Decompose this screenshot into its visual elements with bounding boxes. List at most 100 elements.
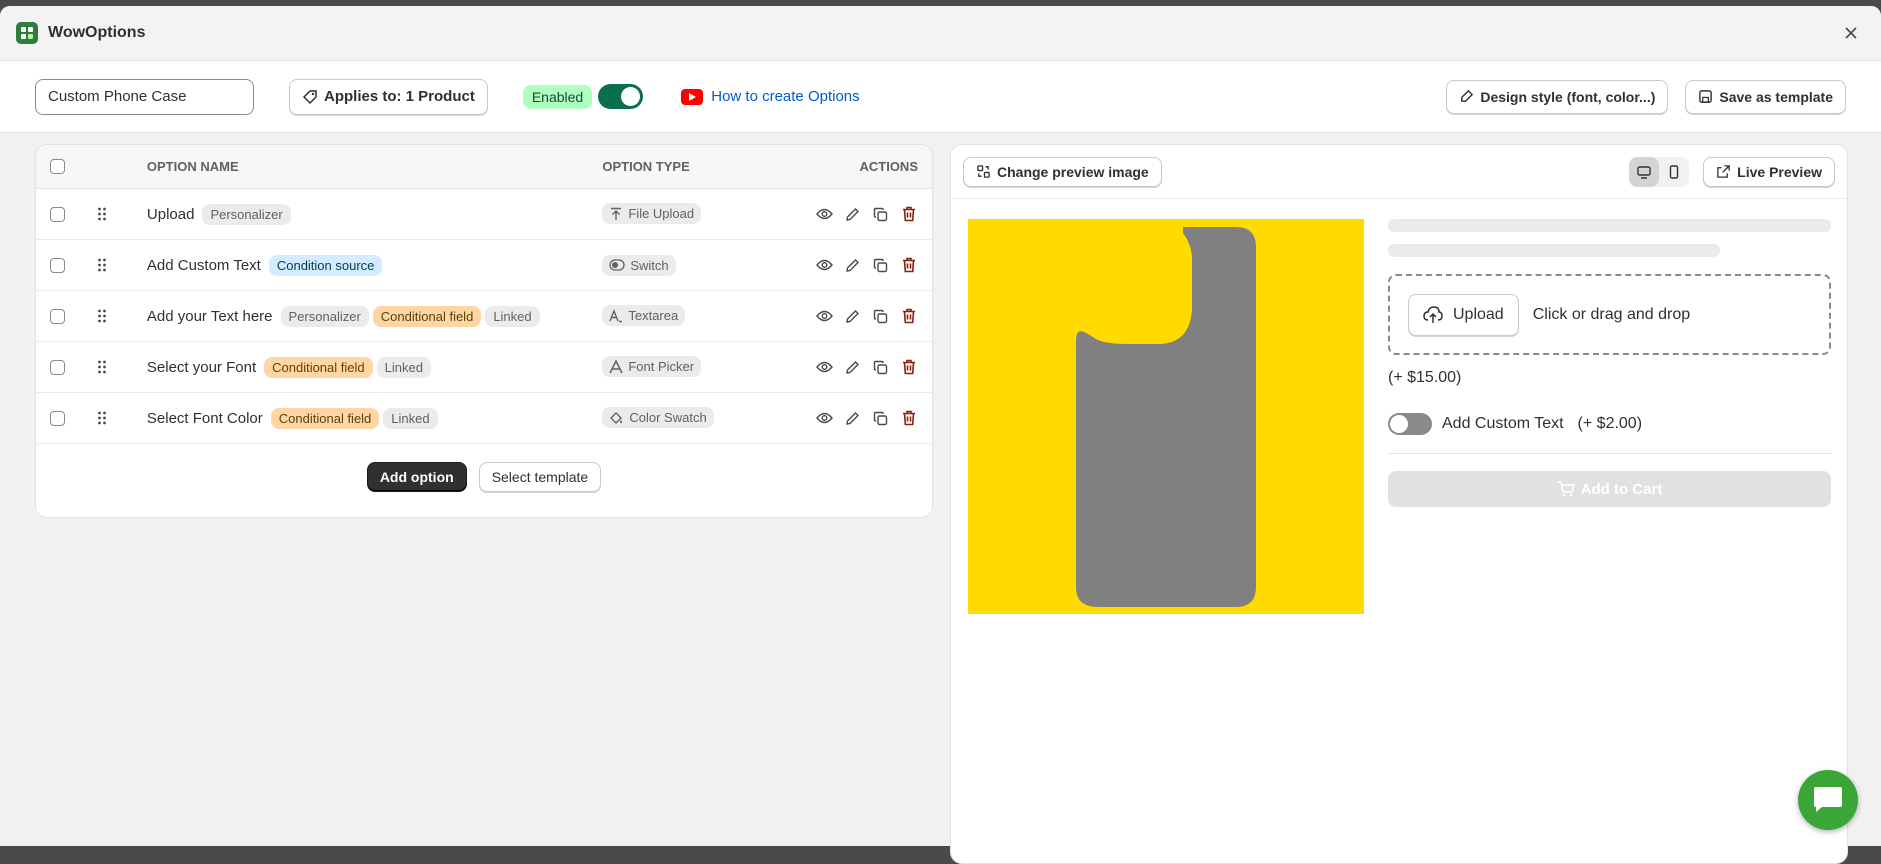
row-checkbox[interactable] <box>50 359 65 375</box>
header-actions: ACTIONS <box>859 159 918 174</box>
option-name: Upload <box>146 205 195 223</box>
edit-icon[interactable] <box>844 256 862 274</box>
option-set-name-input[interactable] <box>35 78 254 115</box>
preview-panel: Change preview image Live Preview Upload <box>950 144 1848 864</box>
add-to-cart-button[interactable]: Add to Cart <box>1388 471 1831 507</box>
option-name-cell: Select your Font Conditional field Linked <box>147 356 602 378</box>
save-icon <box>1699 90 1713 103</box>
option-name-cell: Select Font Color Conditional field Linke… <box>146 407 602 429</box>
row-actions <box>802 307 932 325</box>
edit-icon[interactable] <box>844 409 862 427</box>
app-title: WowOptions <box>48 24 146 41</box>
row-actions <box>802 205 932 223</box>
textarea-icon <box>609 308 623 323</box>
add-option-button[interactable]: Add option <box>366 462 467 492</box>
change-preview-image-button[interactable]: Change preview image <box>963 156 1162 187</box>
preview-header: Change preview image Live Preview <box>951 145 1847 199</box>
upload-button-label: Upload <box>1453 305 1504 323</box>
table-row[interactable]: Add your Text here Personalizer Condition… <box>36 291 932 342</box>
design-style-button[interactable]: Design style (font, color...) <box>1446 79 1669 114</box>
duplicate-icon[interactable] <box>872 409 890 427</box>
upload-dropzone[interactable]: Upload Click or drag and drop <box>1388 274 1831 355</box>
row-checkbox[interactable] <box>50 206 65 222</box>
option-type-label: Color Swatch <box>629 410 707 426</box>
drag-handle-icon[interactable] <box>93 258 147 272</box>
duplicate-icon[interactable] <box>872 358 890 376</box>
eye-icon[interactable] <box>816 256 834 274</box>
save-template-button[interactable]: Save as template <box>1685 79 1846 114</box>
row-actions <box>802 358 932 376</box>
duplicate-icon[interactable] <box>872 205 890 223</box>
option-name-cell: Add your Text here Personalizer Condition… <box>147 305 602 327</box>
youtube-icon <box>681 88 704 105</box>
row-checkbox[interactable] <box>50 257 65 273</box>
chat-icon <box>1814 787 1842 812</box>
desktop-icon <box>1637 165 1651 179</box>
image-replace-icon <box>977 165 990 178</box>
option-type-pill: File Upload <box>602 203 702 225</box>
row-checkbox[interactable] <box>50 308 65 324</box>
chat-support-button[interactable] <box>1798 770 1858 830</box>
live-preview-button[interactable]: Live Preview <box>1703 156 1835 187</box>
upload-button[interactable]: Upload <box>1408 293 1519 336</box>
desktop-view-button[interactable] <box>1629 156 1660 187</box>
delete-icon[interactable] <box>900 307 918 325</box>
eye-icon[interactable] <box>816 307 834 325</box>
edit-icon[interactable] <box>844 307 862 325</box>
select-template-button[interactable]: Select template <box>478 462 602 492</box>
custom-text-option: Add Custom Text (+ $2.00) <box>1388 413 1831 435</box>
table-row[interactable]: Select your Font Conditional field Linked… <box>36 342 932 393</box>
drag-handle-icon[interactable] <box>93 309 147 323</box>
drag-handle-icon[interactable] <box>93 360 147 374</box>
mobile-view-button[interactable] <box>1659 157 1689 187</box>
eye-icon[interactable] <box>816 205 834 223</box>
duplicate-icon[interactable] <box>872 307 890 325</box>
eye-icon[interactable] <box>816 409 834 427</box>
option-type-cell: Font Picker <box>602 356 802 378</box>
option-name: Add Custom Text <box>146 256 261 274</box>
delete-icon[interactable] <box>900 358 918 376</box>
enabled-toggle[interactable] <box>598 84 644 109</box>
delete-icon[interactable] <box>900 205 918 223</box>
option-badge: Conditional field <box>270 407 380 429</box>
table-row[interactable]: Select Font Color Conditional field Linke… <box>36 393 932 444</box>
close-icon[interactable] <box>1837 19 1865 47</box>
option-badge: Conditional field <box>372 305 482 327</box>
tag-icon <box>302 89 317 104</box>
drag-handle-icon[interactable] <box>93 411 147 425</box>
applies-to-label: Applies to: 1 Product <box>324 88 475 105</box>
color-swatch-icon <box>609 411 624 425</box>
row-checkbox[interactable] <box>50 410 65 426</box>
option-name: Select Font Color <box>146 409 263 427</box>
eye-icon[interactable] <box>816 358 834 376</box>
option-badge: Linked <box>485 305 540 327</box>
row-actions <box>802 409 932 427</box>
delete-icon[interactable] <box>900 256 918 274</box>
custom-text-switch[interactable] <box>1388 413 1432 435</box>
live-preview-label: Live Preview <box>1737 163 1822 180</box>
modal-titlebar: WowOptions <box>0 6 1881 61</box>
delete-icon[interactable] <box>900 409 918 427</box>
cloud-upload-icon <box>1423 305 1443 323</box>
drag-handle-icon[interactable] <box>93 207 147 221</box>
header-option-type: OPTION TYPE <box>602 159 690 174</box>
divider <box>1388 453 1831 454</box>
save-template-label: Save as template <box>1719 88 1833 105</box>
table-row[interactable]: Add Custom Text Condition source Switch <box>36 240 932 291</box>
option-type-label: Font Picker <box>628 359 695 375</box>
edit-icon[interactable] <box>844 205 862 223</box>
option-badge: Condition source <box>268 254 383 276</box>
how-to-video-link[interactable]: How to create Options <box>681 88 860 105</box>
option-name-cell: Upload Personalizer <box>146 203 602 225</box>
applies-to-button[interactable]: Applies to: 1 Product <box>289 78 488 115</box>
option-type-cell: Textarea <box>602 305 802 327</box>
table-row[interactable]: Upload Personalizer File Upload <box>36 189 932 240</box>
table-body: Upload Personalizer File Upload Add Cust… <box>36 189 932 444</box>
change-preview-image-label: Change preview image <box>997 163 1149 180</box>
options-table-panel: OPTION NAME OPTION TYPE ACTIONS Upload P… <box>35 144 933 518</box>
title-placeholder <box>1388 219 1831 232</box>
duplicate-icon[interactable] <box>872 256 890 274</box>
cart-icon <box>1557 481 1575 497</box>
select-all-checkbox[interactable] <box>50 159 65 174</box>
edit-icon[interactable] <box>844 358 862 376</box>
